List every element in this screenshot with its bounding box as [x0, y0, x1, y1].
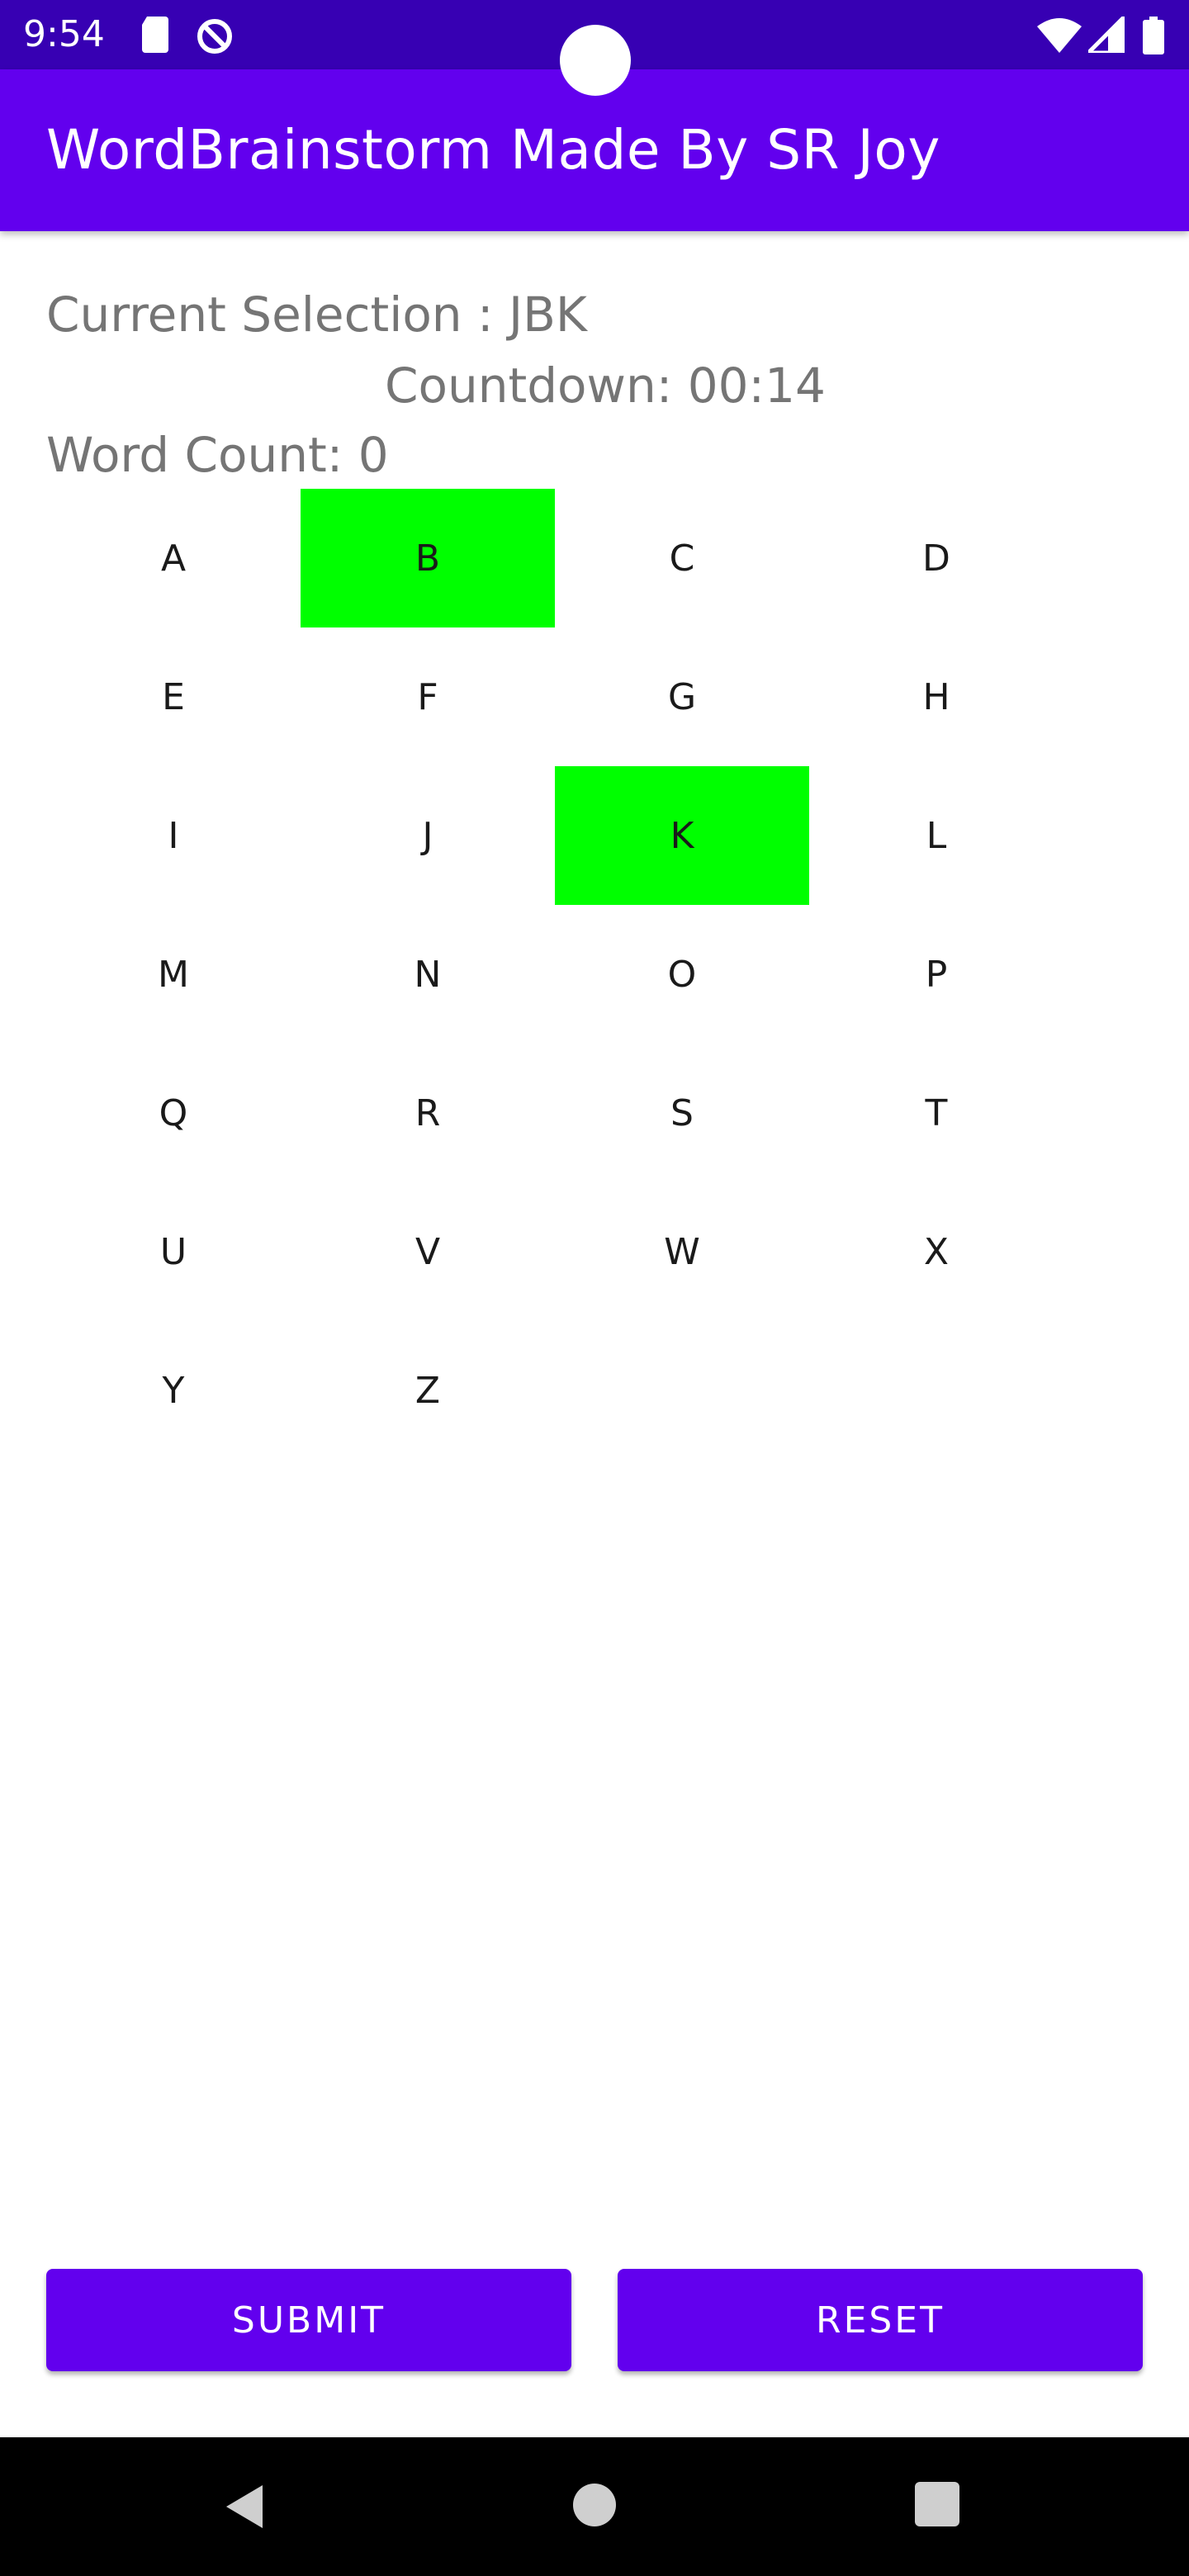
recents-icon[interactable]: [915, 2482, 959, 2531]
letter-cell-p[interactable]: P: [809, 905, 1063, 1044]
letter-cell-k[interactable]: K: [555, 766, 809, 905]
home-icon[interactable]: [571, 2482, 618, 2532]
letter-cell-q[interactable]: Q: [46, 1044, 301, 1182]
cell-signal-icon: [1082, 11, 1127, 57]
letter-cell-t[interactable]: T: [809, 1044, 1063, 1182]
letter-cell-e[interactable]: E: [46, 627, 301, 766]
countdown-label: Countdown: 00:14: [385, 358, 826, 414]
reset-button[interactable]: RESET: [618, 2269, 1143, 2371]
letter-cell-j[interactable]: J: [301, 766, 555, 905]
submit-button[interactable]: SUBMIT: [46, 2269, 571, 2371]
letter-cell-m[interactable]: M: [46, 905, 301, 1044]
letter-cell-v[interactable]: V: [301, 1182, 555, 1321]
app-title: WordBrainstorm Made By SR Joy: [46, 118, 940, 182]
letter-cell-f[interactable]: F: [301, 627, 555, 766]
letter-cell-l[interactable]: L: [809, 766, 1063, 905]
letter-cell-x[interactable]: X: [809, 1182, 1063, 1321]
battery-icon: [1143, 17, 1164, 59]
back-icon[interactable]: [223, 2482, 272, 2536]
letter-cell-c[interactable]: C: [555, 489, 809, 627]
do-not-disturb-icon: [195, 17, 234, 60]
letter-cell-d[interactable]: D: [809, 489, 1063, 627]
letter-cell-w[interactable]: W: [555, 1182, 809, 1321]
current-selection-label: Current Selection : JBK: [46, 286, 587, 343]
letter-cell-u[interactable]: U: [46, 1182, 301, 1321]
status-time: 9:54: [23, 13, 105, 55]
letter-cell-o[interactable]: O: [555, 905, 809, 1044]
navigation-bar: [0, 2437, 1189, 2576]
letter-cell-s[interactable]: S: [555, 1044, 809, 1182]
wifi-icon: [1037, 17, 1082, 57]
letter-cell-g[interactable]: G: [555, 627, 809, 766]
letter-cell-i[interactable]: I: [46, 766, 301, 905]
letter-cell-b[interactable]: B: [301, 489, 555, 627]
letter-cell-y[interactable]: Y: [46, 1321, 301, 1460]
letter-grid: ABCD EFGH IJKL MNOP QRST UVWX YZ: [46, 489, 1063, 1460]
letter-cell-r[interactable]: R: [301, 1044, 555, 1182]
camera-cutout: [560, 25, 631, 96]
letter-cell-a[interactable]: A: [46, 489, 301, 627]
letter-cell-z[interactable]: Z: [301, 1321, 555, 1460]
letter-cell-h[interactable]: H: [809, 627, 1063, 766]
letter-cell-n[interactable]: N: [301, 905, 555, 1044]
sd-card-icon: [139, 17, 172, 57]
word-count-label: Word Count: 0: [46, 427, 389, 483]
